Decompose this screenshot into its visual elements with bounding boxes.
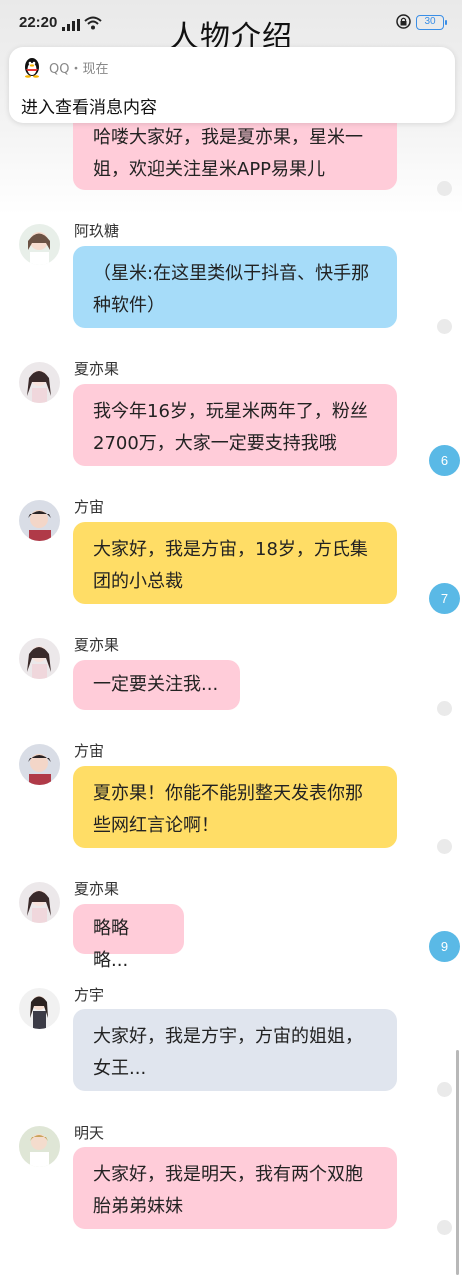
status-bar: 22:20 30 [0,0,462,44]
message-text: 我今年16岁，玩星米两年了，粉丝2700万，大家一定要支持我哦 [93,401,368,454]
avatar[interactable] [19,224,60,265]
notification-body: 进入查看消息内容 [21,98,157,118]
avatar[interactable] [19,1126,60,1167]
status-time: 22:20 [19,14,58,31]
message-text: 一定要关注我... [93,674,219,695]
message-bubble[interactable]: 大家好，我是方宇，方宙的姐姐，女王... [73,1009,397,1091]
message-text: （星米:在这里类似于抖音、快手那种软件） [93,263,370,316]
unread-count-badge[interactable]: 7 [429,583,460,614]
qq-penguin-icon [22,56,42,82]
notification-banner[interactable]: QQ・现在 进入查看消息内容 [9,47,455,123]
message-bubble[interactable]: 一定要关注我... [73,660,240,710]
message-text: 大家好，我是明天，我有两个双胞胎弟弟妹妹 [93,1164,363,1217]
message-text: 略略略... [93,918,129,971]
message-bubble[interactable]: （星米:在这里类似于抖音、快手那种软件） [73,246,397,328]
message-bubble[interactable]: 大家好，我是明天，我有两个双胞胎弟弟妹妹 [73,1147,397,1229]
avatar[interactable] [19,500,60,541]
sender-name: 方宇 [74,986,105,1004]
message-bubble[interactable]: 我今年16岁，玩星米两年了，粉丝2700万，大家一定要支持我哦 [73,384,397,466]
wifi-icon [84,15,102,34]
signal-icon [62,16,80,35]
avatar[interactable] [19,638,60,679]
message-bubble[interactable]: 大家好，我是方宙，18岁，方氏集团的小总裁 [73,522,397,604]
avatar[interactable] [19,988,60,1029]
message-text: 夏亦果！你能不能别整天发表你那些网红言论啊！ [93,783,363,836]
rotation-lock-icon [396,14,411,33]
unread-count-badge[interactable]: 9 [429,931,460,962]
message-text: 大家好，我是方宇，方宙的姐姐，女王... [93,1026,363,1079]
unread-count-badge[interactable]: 6 [429,445,460,476]
sender-name: 阿玖糖 [74,222,120,240]
sender-name: 方宙 [74,498,105,516]
unread-dot [437,181,452,196]
scrollbar[interactable] [456,1050,459,1275]
sender-name: 明天 [74,1124,105,1142]
message-text: 哈喽大家好，我是夏亦果，星米一姐，欢迎关注星米APP易果儿 [93,127,363,180]
unread-dot [437,701,452,716]
unread-dot [437,1220,452,1235]
unread-dot [437,839,452,854]
sender-name: 夏亦果 [74,636,120,654]
notification-app-name: QQ・现在 [49,62,109,77]
avatar[interactable] [19,362,60,403]
message-text: 大家好，我是方宙，18岁，方氏集团的小总裁 [93,539,368,592]
sender-name: 方宙 [74,742,105,760]
avatar[interactable] [19,744,60,785]
unread-dot [437,319,452,334]
battery-icon: 30 [416,15,447,30]
message-bubble[interactable]: 夏亦果！你能不能别整天发表你那些网红言论啊！ [73,766,397,848]
sender-name: 夏亦果 [74,360,120,378]
unread-dot [437,1082,452,1097]
sender-name: 夏亦果 [74,880,120,898]
avatar[interactable] [19,882,60,923]
message-bubble[interactable]: 略略略... [73,904,184,971]
